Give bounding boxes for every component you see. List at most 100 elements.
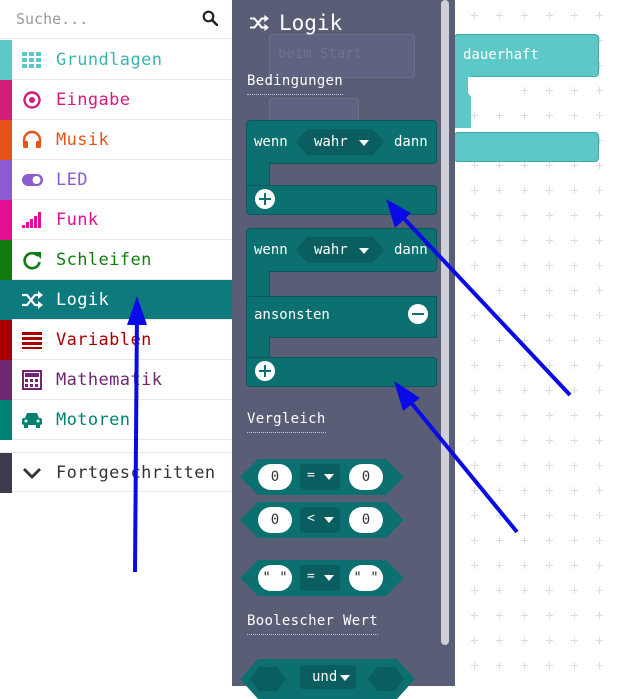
- grid-plus-icon: [571, 587, 578, 594]
- left-operand[interactable]: 0: [258, 464, 292, 490]
- grid-plus-icon: [596, 612, 603, 619]
- condition-dropdown[interactable]: wahr: [296, 129, 384, 155]
- grid-plus-icon: [596, 262, 603, 269]
- category-funk[interactable]: Funk: [0, 200, 232, 240]
- operator-dropdown[interactable]: =: [300, 464, 340, 490]
- grid-plus-icon: [521, 487, 528, 494]
- grid-plus-icon: [521, 262, 528, 269]
- operator-dropdown[interactable]: <: [300, 507, 340, 533]
- category-label: Mathematik: [56, 370, 163, 390]
- grid-plus-icon: [496, 637, 503, 644]
- category-musik[interactable]: Musik: [0, 120, 232, 160]
- grid-plus-icon: [496, 412, 503, 419]
- grid-plus-icon: [571, 362, 578, 369]
- category-eingabe[interactable]: Eingabe: [0, 80, 232, 120]
- grid-plus-icon: [521, 12, 528, 19]
- add-else-plus-icon[interactable]: [255, 361, 275, 381]
- grid-plus-icon: [496, 287, 503, 294]
- signal-icon: [22, 212, 41, 228]
- condition-dropdown[interactable]: wahr: [296, 237, 384, 263]
- grid-plus-icon: [471, 387, 478, 394]
- operator-dropdown[interactable]: =: [300, 565, 340, 591]
- category-motoren[interactable]: Motoren: [0, 400, 232, 440]
- grid-plus-icon: [546, 662, 553, 669]
- category-mathematik[interactable]: Mathematik: [0, 360, 232, 400]
- grid-plus-icon: [471, 12, 478, 19]
- right-operand[interactable]: " ": [349, 565, 383, 591]
- category-label: Variablen: [56, 330, 152, 350]
- flyout-title: Logik: [279, 11, 343, 35]
- category-logik[interactable]: Logik: [0, 280, 232, 320]
- grid-plus-icon: [546, 412, 553, 419]
- category-grundlagen[interactable]: Grundlagen: [0, 40, 232, 80]
- search-box[interactable]: Suche...: [0, 0, 232, 39]
- grid-plus-icon: [471, 337, 478, 344]
- operator-symbol: =: [307, 468, 315, 483]
- then-keyword: dann: [394, 134, 428, 150]
- compare-equal-block[interactable]: 0 = 0: [240, 459, 404, 495]
- grid-plus-icon: [521, 412, 528, 419]
- grid-plus-icon: [596, 487, 603, 494]
- grid-plus-icon: [521, 562, 528, 569]
- dropdown-arrow-icon: [359, 248, 369, 254]
- grid-plus-icon: [546, 637, 553, 644]
- grid-plus-icon: [471, 212, 478, 219]
- grid-plus-icon: [471, 312, 478, 319]
- grid-plus-icon: [596, 237, 603, 244]
- category-fortgeschritten[interactable]: Fortgeschritten: [0, 452, 232, 493]
- grid-plus-icon: [521, 312, 528, 319]
- flyout-scrollbar[interactable]: [441, 0, 449, 645]
- compare-less-block[interactable]: 0 < 0: [240, 502, 404, 538]
- shuffle-icon: [22, 291, 43, 309]
- left-operand[interactable]: 0: [258, 507, 292, 533]
- grid-icon: [22, 52, 41, 68]
- target-icon: [23, 91, 41, 109]
- grid-plus-icon: [521, 287, 528, 294]
- search-placeholder[interactable]: Suche...: [16, 10, 88, 28]
- grid-plus-icon: [496, 387, 503, 394]
- car-icon: [22, 413, 42, 428]
- refresh-icon: [23, 251, 41, 270]
- grid-plus-icon: [571, 537, 578, 544]
- else-keyword: ansonsten: [254, 307, 330, 323]
- category-led[interactable]: LED: [0, 160, 232, 200]
- add-else-plus-icon[interactable]: [255, 189, 275, 209]
- grid-plus-icon: [496, 612, 503, 619]
- grid-plus-icon: [571, 387, 578, 394]
- grid-plus-icon: [571, 562, 578, 569]
- grid-plus-icon: [571, 12, 578, 19]
- grid-plus-icon: [521, 637, 528, 644]
- grid-plus-icon: [596, 562, 603, 569]
- forever-block[interactable]: dauerhaft: [454, 34, 599, 162]
- section-bedingungen: Bedingungen: [247, 73, 344, 95]
- search-icon[interactable]: [202, 10, 218, 26]
- compare-string-block[interactable]: " " = " ": [240, 560, 404, 596]
- grid-plus-icon: [521, 337, 528, 344]
- left-operand[interactable]: " ": [258, 565, 292, 591]
- right-operand[interactable]: 0: [349, 507, 383, 533]
- shuffle-icon: [250, 14, 269, 32]
- chevron-down-icon: [23, 468, 41, 479]
- grid-plus-icon: [471, 487, 478, 494]
- right-operand[interactable]: 0: [349, 464, 383, 490]
- grid-plus-icon: [546, 262, 553, 269]
- grid-plus-icon: [521, 162, 528, 169]
- grid-plus-icon: [471, 512, 478, 519]
- grid-plus-icon: [596, 462, 603, 469]
- grid-plus-icon: [496, 312, 503, 319]
- toolbox-sidebar: Suche... Grundlagen Eingabe Musik LED Fu…: [0, 0, 232, 686]
- category-label: Funk: [56, 210, 99, 230]
- category-label: Grundlagen: [56, 50, 163, 70]
- grid-plus-icon: [521, 362, 528, 369]
- and-block[interactable]: und: [240, 659, 415, 699]
- grid-plus-icon: [596, 662, 603, 669]
- list-icon: [22, 332, 42, 349]
- section-boolescher-wert: Boolescher Wert: [247, 613, 378, 635]
- category-schleifen[interactable]: Schleifen: [0, 240, 232, 280]
- grid-plus-icon: [521, 212, 528, 219]
- category-variablen[interactable]: Variablen: [0, 320, 232, 360]
- remove-else-minus-icon[interactable]: [408, 304, 428, 324]
- grid-plus-icon: [546, 212, 553, 219]
- grid-plus-icon: [546, 237, 553, 244]
- category-label: Eingabe: [56, 90, 131, 110]
